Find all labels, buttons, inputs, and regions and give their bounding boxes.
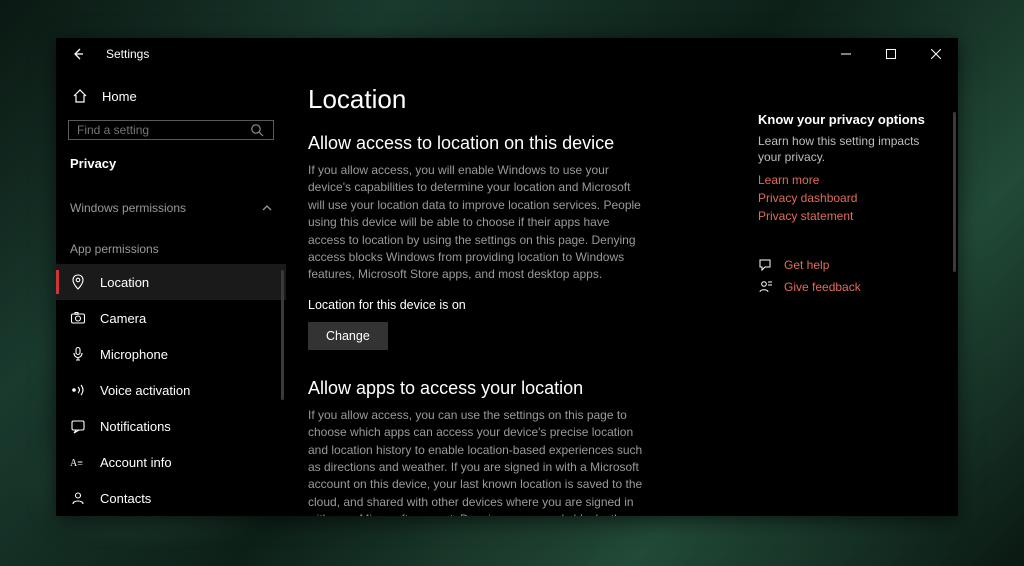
sidebar-item-account-info[interactable]: A≡ Account info xyxy=(56,444,286,480)
section-app-permissions: App permissions xyxy=(56,234,286,264)
sidebar-item-contacts[interactable]: Contacts xyxy=(56,480,286,516)
help-icon xyxy=(758,257,774,273)
sidebar-item-label: Location xyxy=(100,275,149,290)
give-feedback-row[interactable]: Give feedback xyxy=(758,279,940,295)
svg-text:A≡: A≡ xyxy=(70,458,83,469)
settings-window: Settings Home xyxy=(56,38,958,516)
sidebar-item-voice-activation[interactable]: Voice activation xyxy=(56,372,286,408)
main-panel: Location Allow access to location on thi… xyxy=(286,70,958,516)
change-button[interactable]: Change xyxy=(308,322,388,350)
get-help-row[interactable]: Get help xyxy=(758,257,940,273)
microphone-icon xyxy=(70,346,86,362)
home-nav[interactable]: Home xyxy=(56,78,286,114)
notifications-icon xyxy=(70,418,86,434)
close-button[interactable] xyxy=(913,38,958,70)
info-heading: Know your privacy options xyxy=(758,112,940,127)
section2-heading: Allow apps to access your location xyxy=(308,378,738,399)
minimize-button[interactable] xyxy=(823,38,868,70)
sidebar-item-label: Contacts xyxy=(100,491,151,506)
get-help-link[interactable]: Get help xyxy=(784,258,829,272)
home-icon xyxy=(72,88,88,104)
back-button[interactable] xyxy=(56,38,100,70)
sidebar-item-label: Notifications xyxy=(100,419,171,434)
chevron-up-icon xyxy=(262,203,272,213)
section1-heading: Allow access to location on this device xyxy=(308,133,738,154)
sidebar-item-label: Microphone xyxy=(100,347,168,362)
search-icon xyxy=(249,122,265,138)
location-icon xyxy=(70,274,86,290)
camera-icon xyxy=(70,310,86,326)
section-windows-permissions[interactable]: Windows permissions xyxy=(56,193,286,223)
sidebar-item-label: Voice activation xyxy=(100,383,190,398)
sidebar-item-label: Account info xyxy=(100,455,172,470)
content: Location Allow access to location on thi… xyxy=(286,70,758,516)
section1-description: If you allow access, you will enable Win… xyxy=(308,162,648,284)
info-subtext: Learn how this setting impacts your priv… xyxy=(758,133,940,165)
voice-icon xyxy=(70,382,86,398)
current-category: Privacy xyxy=(56,150,286,193)
home-label: Home xyxy=(102,89,137,104)
close-icon xyxy=(931,49,941,59)
feedback-icon xyxy=(758,279,774,295)
search-box[interactable] xyxy=(68,120,274,140)
section-label: Windows permissions xyxy=(70,201,186,215)
sidebar-item-microphone[interactable]: Microphone xyxy=(56,336,286,372)
link-privacy-statement[interactable]: Privacy statement xyxy=(758,209,940,223)
section-label: App permissions xyxy=(70,242,159,256)
sidebar: Home Privacy Windows permissions App per… xyxy=(56,70,286,516)
section2: Allow apps to access your location If yo… xyxy=(308,378,738,516)
window-body: Home Privacy Windows permissions App per… xyxy=(56,70,958,516)
window-controls xyxy=(823,38,958,70)
minimize-icon xyxy=(841,49,851,59)
account-icon: A≡ xyxy=(70,454,86,470)
page-title: Location xyxy=(308,84,738,115)
sidebar-scrollbar[interactable] xyxy=(281,270,284,400)
main-scrollbar[interactable] xyxy=(953,112,956,272)
maximize-icon xyxy=(886,49,896,59)
info-column: Know your privacy options Learn how this… xyxy=(758,70,958,516)
help-block: Get help Give feedback xyxy=(758,257,940,295)
sidebar-item-notifications[interactable]: Notifications xyxy=(56,408,286,444)
arrow-left-icon xyxy=(71,47,85,61)
give-feedback-link[interactable]: Give feedback xyxy=(784,280,861,294)
location-device-status: Location for this device is on xyxy=(308,298,738,312)
window-title: Settings xyxy=(100,47,149,61)
contacts-icon xyxy=(70,490,86,506)
titlebar: Settings xyxy=(56,38,958,70)
sidebar-item-camera[interactable]: Camera xyxy=(56,300,286,336)
section2-description: If you allow access, you can use the set… xyxy=(308,407,648,516)
link-learn-more[interactable]: Learn more xyxy=(758,173,940,187)
maximize-button[interactable] xyxy=(868,38,913,70)
sidebar-item-location[interactable]: Location xyxy=(56,264,286,300)
search-input[interactable] xyxy=(77,123,249,137)
link-privacy-dashboard[interactable]: Privacy dashboard xyxy=(758,191,940,205)
sidebar-item-label: Camera xyxy=(100,311,146,326)
